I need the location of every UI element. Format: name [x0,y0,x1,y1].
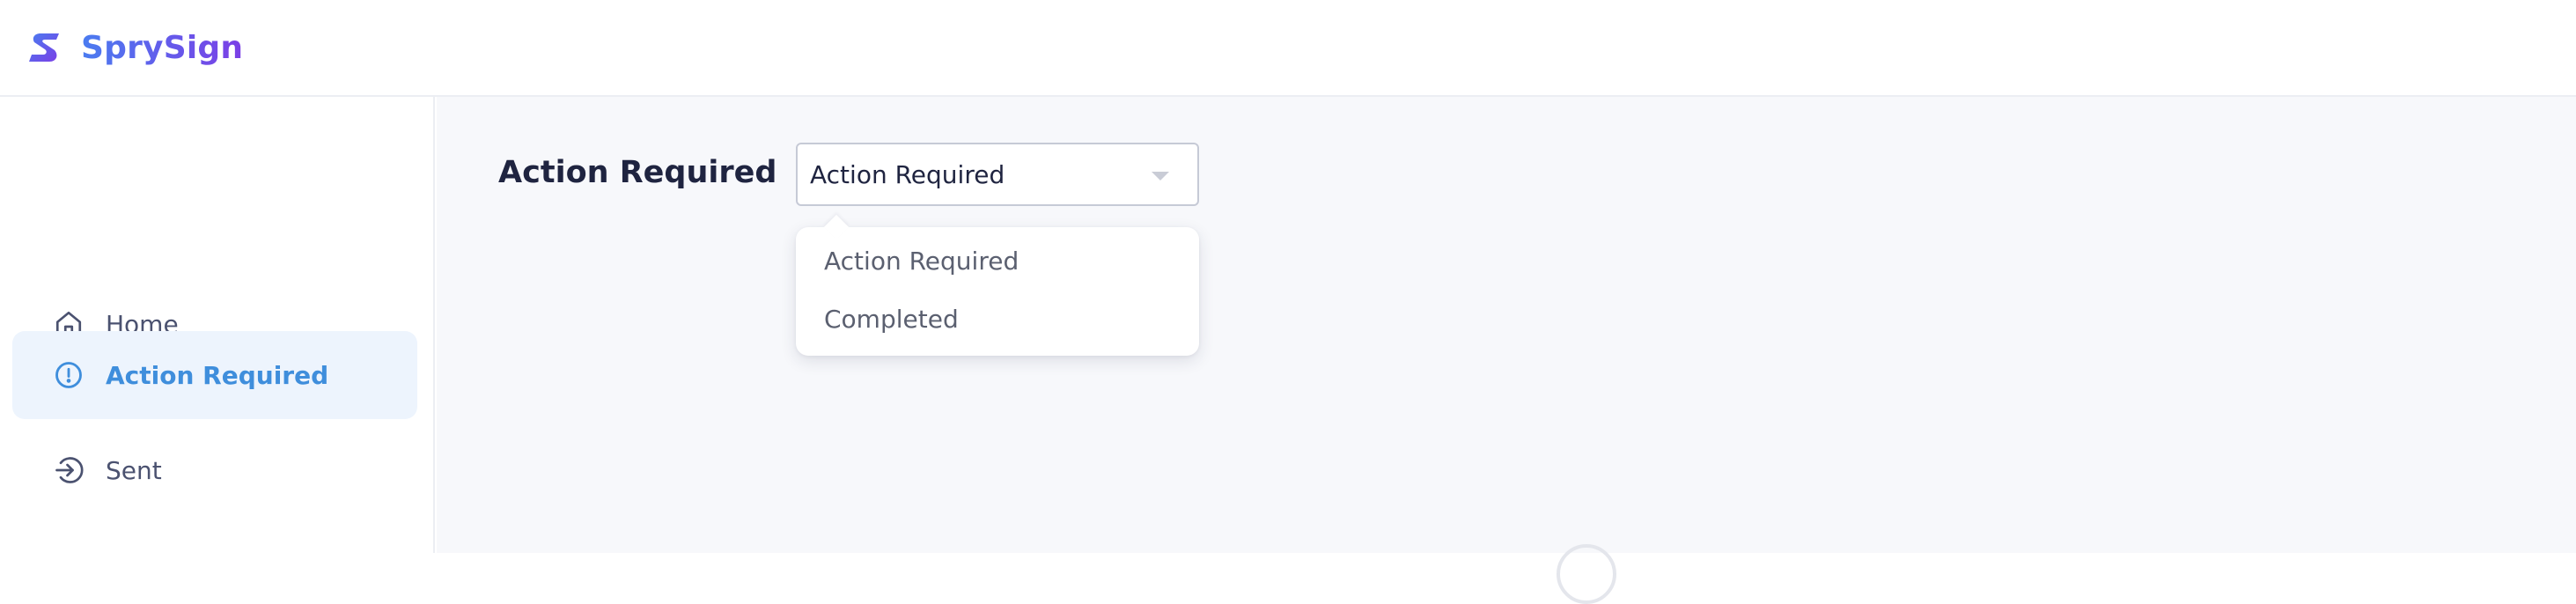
app-header: SprySign [0,0,2576,97]
sidebar-item-sent[interactable]: Sent [12,426,417,514]
main-content: Action Required Action Required Action R… [437,97,2576,604]
alert-circle-icon [55,362,82,388]
sidebar-item-label: Sent [106,455,162,485]
sprysign-logo-icon [29,33,59,62]
dropdown-option-completed[interactable]: Completed [796,292,1199,345]
dropdown-option-action-required[interactable]: Action Required [796,234,1199,287]
chevron-down-icon [1152,172,1169,180]
sent-icon [55,457,84,483]
page-title: Action Required [498,155,777,190]
brand-name: SprySign [81,29,244,66]
sidebar-item-label: Action Required [106,360,329,390]
brand[interactable]: SprySign [28,28,243,67]
loading-spinner-icon [1557,544,1616,604]
status-filter-dropdown: Action Required Completed [796,214,1199,356]
sidebar: Home Action Required Sent [0,97,435,553]
sidebar-item-action-required[interactable]: Action Required [12,331,417,419]
status-filter-select[interactable]: Action Required [796,143,1199,206]
status-filter-value: Action Required [810,159,1005,189]
